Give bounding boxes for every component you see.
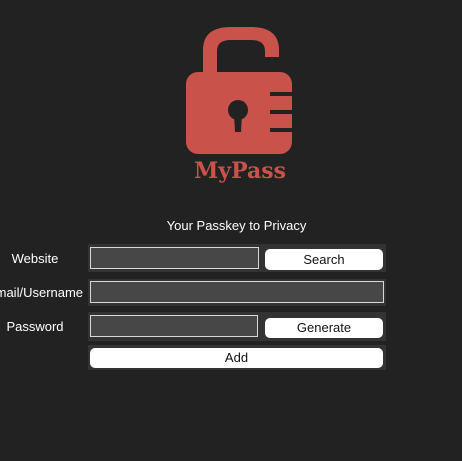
- unlocked-padlock-icon: MyPass: [186, 27, 294, 184]
- password-input[interactable]: [90, 315, 258, 337]
- add-button[interactable]: Add: [90, 348, 383, 368]
- email-username-input[interactable]: [90, 281, 384, 303]
- generate-button[interactable]: Generate: [265, 318, 383, 338]
- search-button[interactable]: Search: [265, 249, 383, 270]
- mypass-logo: MyPass: [183, 24, 295, 184]
- brand-name: MyPass: [194, 158, 286, 184]
- mypass-window: MyPass Your Passkey to Privacy Website S…: [0, 0, 462, 461]
- tagline: Your Passkey to Privacy: [166, 218, 307, 233]
- website-input[interactable]: [90, 247, 259, 269]
